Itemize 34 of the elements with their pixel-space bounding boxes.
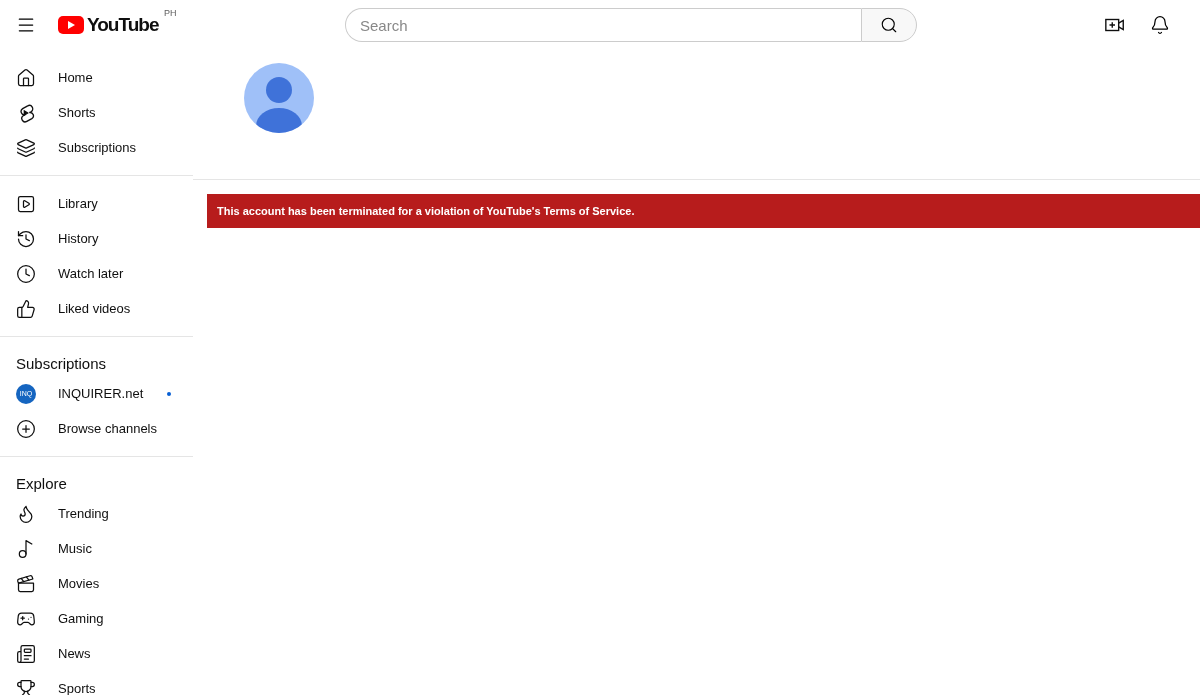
sidebar-item[interactable]: Music <box>0 531 193 566</box>
sidebar-item[interactable]: Trending <box>0 496 193 531</box>
section-title: Subscriptions <box>15 354 108 374</box>
sidebar-item[interactable]: Watch later <box>0 256 193 291</box>
sidebar-item[interactable]: Liked videos <box>0 291 193 326</box>
newspaper-icon <box>16 643 36 664</box>
search-field[interactable]: Search <box>345 8 861 42</box>
termination-banner: This account has been terminated for a violation of YouTube's Terms of Service. <box>207 194 1200 228</box>
library-icon <box>16 193 36 214</box>
clapperboard-icon <box>16 573 36 594</box>
sidebar-item[interactable]: Gaming <box>0 601 193 636</box>
sidebar-item[interactable]: Sports <box>0 671 193 695</box>
sidebar-item[interactable]: News <box>0 636 193 671</box>
section-title: Explore <box>15 474 68 494</box>
trophy-icon <box>16 678 36 695</box>
notifications-button[interactable] <box>1150 15 1170 35</box>
bell-icon <box>1150 15 1170 35</box>
sidebar-item[interactable]: Home <box>0 60 193 95</box>
sidebar-item[interactable]: Browse channels <box>0 411 193 446</box>
search-icon <box>880 16 898 34</box>
channel-avatar-icon <box>244 63 314 133</box>
home-icon <box>16 67 36 88</box>
thumbs-up-icon <box>16 298 36 319</box>
sidebar-item[interactable]: Movies <box>0 566 193 601</box>
clock-icon <box>16 263 36 284</box>
play-logo-icon <box>58 16 84 34</box>
search-button[interactable] <box>861 8 917 42</box>
sidebar-item[interactable]: History <box>0 221 193 256</box>
sidebar-item[interactable]: Shorts <box>0 95 193 130</box>
country-code: PH <box>163 8 177 18</box>
sidebar-item[interactable]: Subscriptions <box>0 130 193 165</box>
plus-circle-icon <box>16 418 36 439</box>
history-icon <box>16 228 36 249</box>
sidebar-item[interactable]: Library <box>0 186 193 221</box>
